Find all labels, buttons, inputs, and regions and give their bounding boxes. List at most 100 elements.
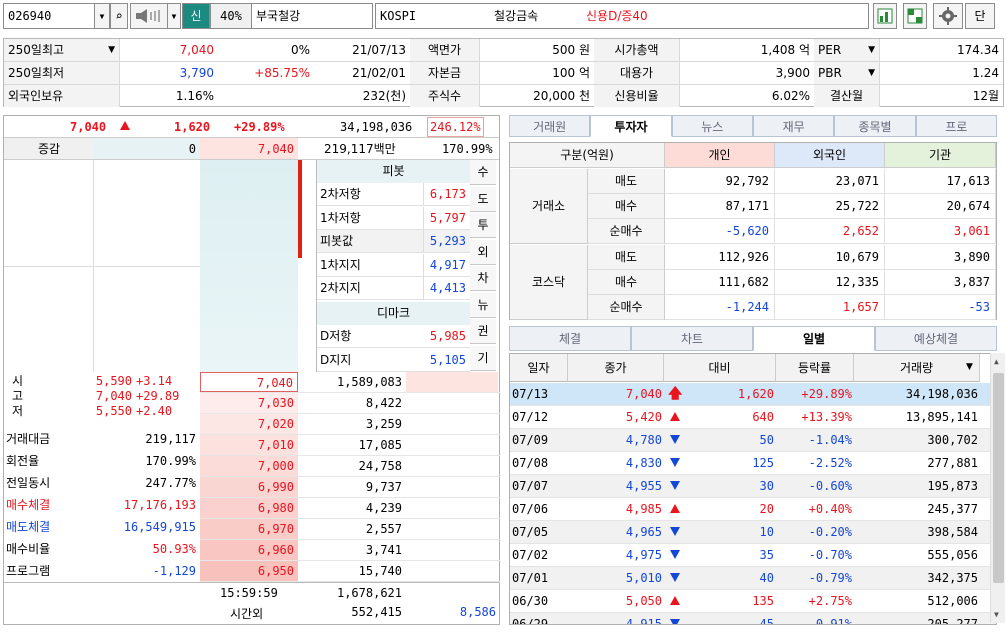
info-label: 250일최고 ▼ <box>4 39 120 61</box>
daily-row[interactable]: 06/30 5,050 135 +2.75% 512,006 <box>510 590 996 613</box>
vertical-tab[interactable]: 차 <box>470 266 496 291</box>
daily-head-cell: 등락률 <box>776 354 854 382</box>
daily-date: 06/29 <box>512 617 549 624</box>
down-arrow-icon <box>670 527 680 536</box>
stat-row: 매수비율 50.93% <box>4 538 200 560</box>
chart-view-icon[interactable] <box>873 3 897 29</box>
daily-rate: +29.89% <box>801 387 852 401</box>
tab-0[interactable]: 거래원 <box>509 115 591 137</box>
info-value: 100 억 <box>552 66 590 80</box>
tick-price: 6,980 <box>200 498 298 518</box>
daily-row[interactable]: 07/08 4,830 125 -2.52% 277,881 <box>510 452 996 475</box>
chevron-down-icon[interactable]: ▾ <box>167 3 181 29</box>
pbr-dropdown[interactable]: PBR ▼ <box>814 62 880 84</box>
tick-volume: 4,239 <box>365 501 402 515</box>
daily-row[interactable]: 07/12 5,420 640 +13.39% 13,895,141 <box>510 406 996 429</box>
tab-bottom-1[interactable]: 차트 <box>631 326 753 351</box>
daily-row[interactable]: 07/13 7,040 🡅 1,620 +29.89% 34,198,036 <box>510 383 996 406</box>
after-hours-label: 시간외 <box>230 607 264 621</box>
investor-row-label: 매도 <box>588 245 665 270</box>
vertical-tab[interactable]: 뉴 <box>470 292 496 318</box>
daily-change: 640 <box>752 410 774 424</box>
stats-area: 시 5,590 +3.14 고 7,040 +29.89 저 5,550 +2.40 거래대금 21… <box>4 372 200 582</box>
investor-panel: 거래원 투자자 뉴스 재무 종목별 프로 구분(억원) 개인 외국인 기관 거래소 매도 92,79… <box>509 115 997 320</box>
tab-5[interactable]: 프로 <box>915 115 997 137</box>
tab-4[interactable]: 종목별 <box>834 115 916 137</box>
stat-value: 219,117 <box>145 432 196 446</box>
info-label: 시가총액 <box>594 39 680 61</box>
daily-close: 5,420 <box>625 410 662 424</box>
info-value: 0% <box>290 43 310 57</box>
quote-panel: 7,040 1,620 +29.89% 34,198,036 246.12% 증… <box>3 115 500 625</box>
vertical-tab[interactable]: 기 <box>470 345 496 371</box>
scroll-down-icon[interactable]: ▼ <box>994 610 999 619</box>
tab-bottom-0[interactable]: 체결 <box>509 326 631 351</box>
demark-label: D저항 <box>320 329 352 343</box>
ohlc-value: 7,040 <box>95 389 132 403</box>
speaker-icon[interactable] <box>130 3 168 29</box>
dan-button[interactable]: 단 <box>965 3 995 29</box>
bottom-tab-bar: 체결 차트 일별 예상체결 <box>509 326 997 351</box>
chevron-down-icon[interactable]: ▾ <box>94 3 110 29</box>
daily-volume: 34,198,036 <box>905 387 978 401</box>
tab-3[interactable]: 재무 <box>753 115 835 137</box>
pivot-row: 피봇값 5,293 <box>317 230 470 253</box>
window-link-icon[interactable] <box>903 3 927 29</box>
scroll-thumb[interactable] <box>993 373 1004 583</box>
investor-group: 코스닥 <box>510 245 588 320</box>
tick-row: 6,980 4,239 <box>200 498 500 519</box>
stats-footer <box>4 582 200 624</box>
daily-close: 4,985 <box>625 502 662 516</box>
daily-row[interactable]: 06/29 4,915 45 -0.91% 205,277 <box>510 613 996 624</box>
investor-cell: 92,792 <box>665 169 775 194</box>
vertical-tab[interactable]: 투 <box>470 213 496 238</box>
gear-icon[interactable] <box>933 3 963 29</box>
pivot-value: 5,797 <box>422 206 466 230</box>
daily-volume: 245,377 <box>927 502 978 516</box>
vertical-tab[interactable]: 도 <box>470 186 496 212</box>
investor-cell: 112,926 <box>665 245 775 270</box>
stat-row: 전일동시 247.77% <box>4 472 200 494</box>
tick-volume: 15,740 <box>358 564 402 578</box>
daily-volume: 195,873 <box>927 479 978 493</box>
stat-value: 17,176,193 <box>123 498 196 512</box>
investor-cell: 12,335 <box>775 270 885 295</box>
tab-bottom-2[interactable]: 일별 <box>753 326 875 351</box>
daily-volume: 300,702 <box>927 433 978 447</box>
tab-2[interactable]: 뉴스 <box>671 115 753 137</box>
tab-bottom-3[interactable]: 예상체결 <box>875 326 997 351</box>
search-icon[interactable]: ⌕ <box>110 3 128 29</box>
price-value: 7,040 <box>200 138 298 159</box>
daily-rate: -1.04% <box>808 433 852 447</box>
daily-row[interactable]: 07/09 4,780 50 -1.04% 300,702 <box>510 429 996 452</box>
vertical-tab[interactable]: 외 <box>470 239 496 265</box>
per-dropdown[interactable]: PER ▼ <box>814 39 880 61</box>
daily-row[interactable]: 07/07 4,955 30 -0.60% 195,873 <box>510 475 996 498</box>
info-value: 20,000 천 <box>533 89 590 103</box>
pivot-row: 1차지지 4,917 <box>317 253 470 277</box>
pivot-label: 2차저항 <box>320 187 361 201</box>
toolbar: 026940 ▾ ⌕ ▾ 신 40% 부국철강 KOSPI 철강금속 신용D/증… <box>0 0 1007 34</box>
daily-scrollbar[interactable]: ▲ ▼ <box>990 353 1005 623</box>
new-badge[interactable]: 신 <box>182 3 210 29</box>
daily-change: 35 <box>759 548 774 562</box>
scroll-up-icon[interactable]: ▲ <box>994 357 999 366</box>
vertical-tab[interactable]: 수 <box>470 160 496 185</box>
grid-line <box>4 266 200 267</box>
daily-row[interactable]: 07/01 5,010 40 -0.79% 342,375 <box>510 567 996 590</box>
investor-row-label: 매수 <box>588 194 665 219</box>
daily-row[interactable]: 07/06 4,985 20 +0.40% 245,377 <box>510 498 996 521</box>
tick-price: 6,990 <box>200 477 298 497</box>
vertical-tab[interactable]: 권 <box>470 319 496 344</box>
investor-head-cell: 구분(억원) <box>510 143 665 168</box>
info-row-1: 250일최고 ▼ 7,040 0% 21/07/13 액면가 500 원 시가총액… <box>4 39 1003 62</box>
daily-close: 4,780 <box>625 433 662 447</box>
stock-code-input[interactable]: 026940 <box>3 3 95 29</box>
sort-dropdown-icon[interactable]: ▼ <box>966 362 973 372</box>
info-label: 외국인보유 <box>4 85 120 107</box>
down-arrow-icon <box>670 550 680 559</box>
info-row-3: 외국인보유 1.16% 232(천) 주식수 20,000 천 신용비율 6.0… <box>4 85 1003 108</box>
daily-row[interactable]: 07/02 4,975 35 -0.70% 555,056 <box>510 544 996 567</box>
tab-1[interactable]: 투자자 <box>590 115 672 137</box>
daily-row[interactable]: 07/05 4,965 10 -0.20% 398,584 <box>510 521 996 544</box>
